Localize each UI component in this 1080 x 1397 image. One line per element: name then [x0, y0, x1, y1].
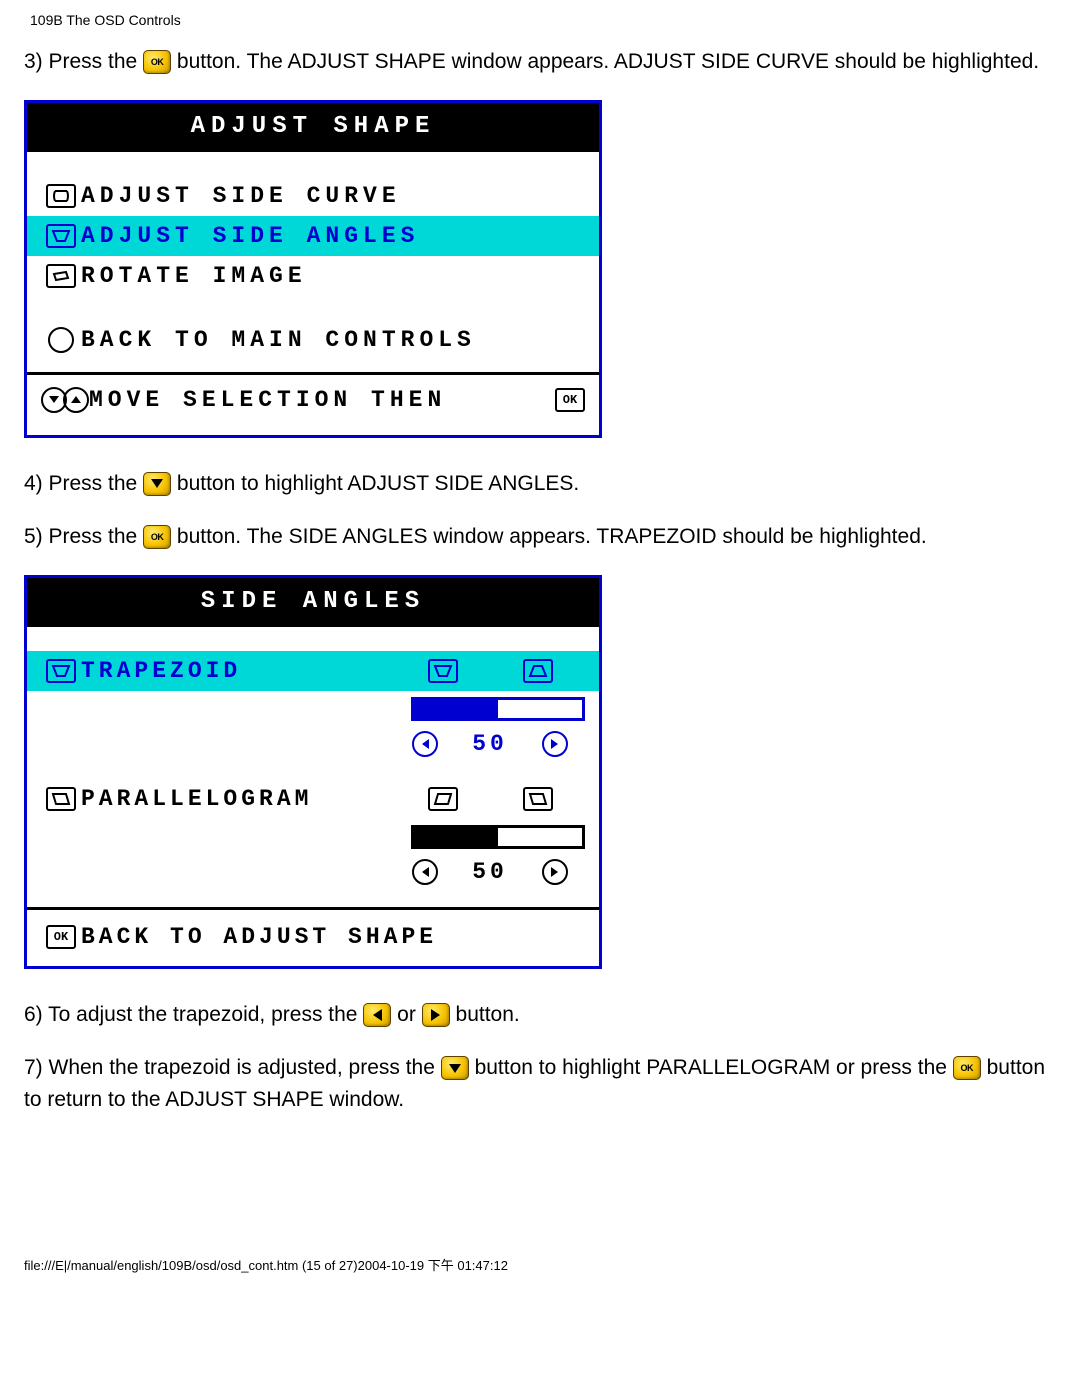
step7-text-b: button to highlight PARALLELOGRAM or pre… [475, 1056, 953, 1079]
osd1-item-rotate[interactable]: ROTATE IMAGE [27, 256, 599, 296]
right-arrow-icon[interactable] [542, 731, 568, 757]
ok-icon: OK [46, 925, 76, 949]
back-icon [48, 327, 74, 353]
trapezoid-icon [46, 659, 76, 683]
osd1-footer-label: MOVE SELECTION THEN [89, 387, 555, 413]
ok-button-icon: OK [143, 525, 171, 549]
step6-text-b: button. [456, 1003, 520, 1026]
step6-text-a: 6) To adjust the trapezoid, press the [24, 1003, 363, 1026]
step5-text-b: button. The SIDE ANGLES window appears. … [177, 525, 927, 548]
ok-icon: OK [555, 388, 585, 412]
parallelogram-value: 50 [472, 859, 508, 885]
step4-text-b: button to highlight ADJUST SIDE ANGLES. [177, 472, 579, 495]
osd1-item-label: ADJUST SIDE CURVE [81, 183, 585, 209]
rotate-icon [46, 264, 76, 288]
step-5: 5) Press the OK button. The SIDE ANGLES … [24, 521, 1056, 553]
para-left-icon [428, 787, 458, 811]
trap-wide-top-icon [523, 659, 553, 683]
trapezoid-value: 50 [472, 731, 508, 757]
left-button-icon [363, 1003, 391, 1027]
osd2-back-label: BACK TO ADJUST SHAPE [81, 924, 437, 950]
para-right-icon [523, 787, 553, 811]
step7-text-a: 7) When the trapezoid is adjusted, press… [24, 1056, 441, 1079]
ok-button-icon: OK [953, 1056, 981, 1080]
step5-text-a: 5) Press the [24, 525, 143, 548]
osd2-item-trapezoid[interactable]: TRAPEZOID [27, 651, 599, 691]
right-arrow-icon[interactable] [542, 859, 568, 885]
osd2-para-label: PARALLELOGRAM [81, 786, 395, 812]
ok-button-icon: OK [143, 50, 171, 74]
step6-text-mid: or [397, 1003, 422, 1026]
trap-narrow-top-icon [428, 659, 458, 683]
osd1-item-side-angles[interactable]: ADJUST SIDE ANGLES [27, 216, 599, 256]
osd1-item-label: ADJUST SIDE ANGLES [81, 223, 585, 249]
osd1-back-label: BACK TO MAIN CONTROLS [81, 327, 585, 353]
osd1-title: ADJUST SHAPE [27, 103, 599, 152]
left-arrow-icon[interactable] [412, 859, 438, 885]
osd1-item-side-curve[interactable]: ADJUST SIDE CURVE [27, 176, 599, 216]
right-button-icon [422, 1003, 450, 1027]
up-down-icon [41, 387, 89, 413]
step-6: 6) To adjust the trapezoid, press the or… [24, 999, 1056, 1031]
side-angles-icon [46, 224, 76, 248]
parallelogram-icon [46, 787, 76, 811]
parallelogram-value-row: 50 [27, 851, 599, 907]
osd1-footer: MOVE SELECTION THEN OK [27, 375, 599, 427]
step-3: 3) Press the OK button. The ADJUST SHAPE… [24, 46, 1056, 78]
step-4: 4) Press the button to highlight ADJUST … [24, 468, 1056, 500]
page: 109B The OSD Controls 3) Press the OK bu… [0, 0, 1080, 1314]
down-button-icon [441, 1056, 469, 1080]
left-arrow-icon[interactable] [412, 731, 438, 757]
step-7: 7) When the trapezoid is adjusted, press… [24, 1052, 1056, 1115]
side-curve-icon [46, 184, 76, 208]
footer-path: file:///E|/manual/english/109B/osd/osd_c… [24, 1255, 1056, 1274]
osd2-title: SIDE ANGLES [27, 578, 599, 627]
osd2-trapezoid-label: TRAPEZOID [81, 658, 395, 684]
trapezoid-bar [27, 691, 599, 723]
step3-text-a: 3) Press the [24, 50, 143, 73]
down-button-icon [143, 472, 171, 496]
osd1-item-label: ROTATE IMAGE [81, 263, 585, 289]
page-header: 109B The OSD Controls [30, 12, 1056, 28]
step4-text-a: 4) Press the [24, 472, 143, 495]
step3-text-b: button. The ADJUST SHAPE window appears.… [177, 50, 1039, 73]
osd-side-angles: SIDE ANGLES TRAPEZOID 50 [24, 575, 602, 969]
osd-adjust-shape: ADJUST SHAPE ADJUST SIDE CURVE ADJUST SI… [24, 100, 602, 438]
parallelogram-bar [27, 819, 599, 851]
trapezoid-value-row: 50 [27, 723, 599, 779]
osd1-item-back[interactable]: BACK TO MAIN CONTROLS [27, 320, 599, 360]
osd2-footer[interactable]: OK BACK TO ADJUST SHAPE [27, 907, 599, 966]
osd2-item-parallelogram[interactable]: PARALLELOGRAM [27, 779, 599, 819]
